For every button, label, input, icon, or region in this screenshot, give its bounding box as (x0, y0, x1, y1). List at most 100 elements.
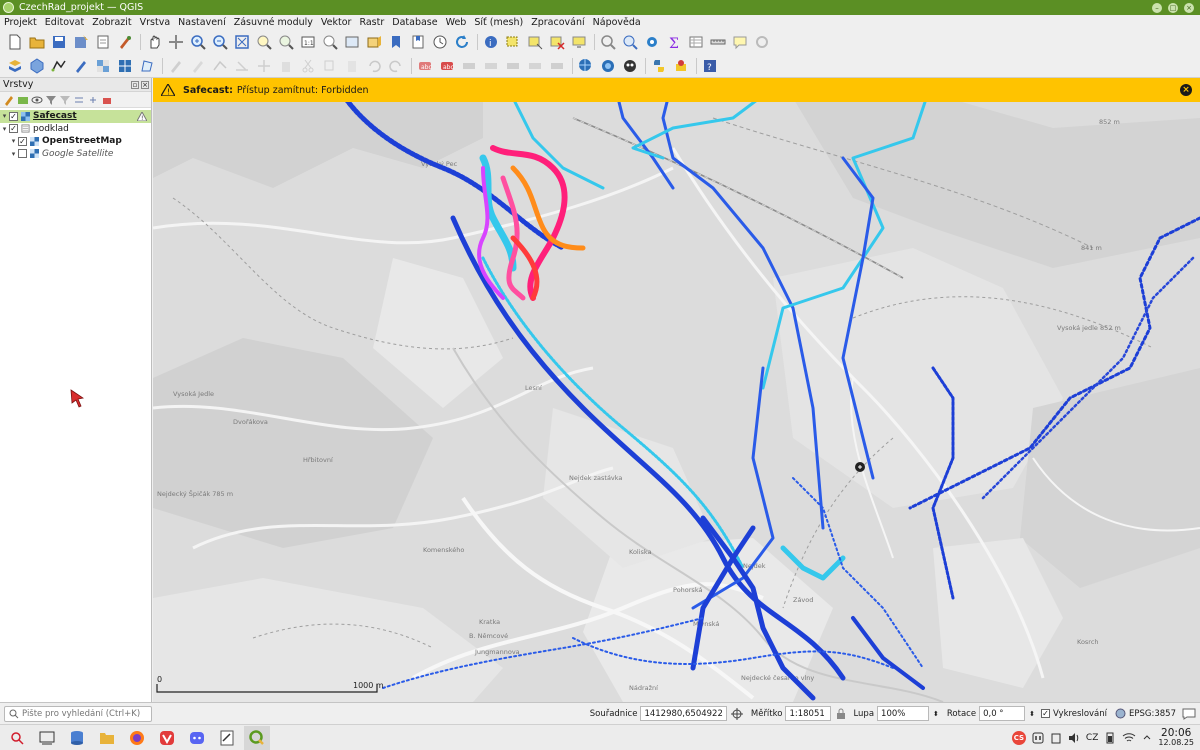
undo-icon[interactable] (365, 57, 383, 75)
menu-napoveda[interactable]: Nápověda (593, 17, 641, 28)
rotate-label-icon[interactable] (526, 57, 544, 75)
close-panel-button[interactable]: × (141, 80, 149, 89)
lock-scale-icon[interactable] (835, 708, 847, 720)
tray-keyboard-layout[interactable]: CZ (1086, 733, 1098, 743)
save-as-icon[interactable] (72, 33, 90, 51)
paste-features-icon[interactable] (343, 57, 361, 75)
menu-vrstva[interactable]: Vrstva (140, 17, 171, 28)
tray-media-icon[interactable] (1032, 732, 1044, 744)
close-window-button[interactable]: × (1184, 2, 1194, 13)
print-layout-icon[interactable] (94, 33, 112, 51)
zoom-out-icon[interactable] (211, 33, 229, 51)
metasearch-icon[interactable] (621, 57, 639, 75)
add-wms-icon[interactable] (116, 57, 134, 75)
search-input[interactable] (22, 708, 142, 719)
manage-visibility-icon[interactable] (31, 94, 43, 106)
discord-icon[interactable] (184, 726, 210, 750)
expand-arrow-icon[interactable]: ▾ (9, 150, 18, 158)
globe-search-icon[interactable] (577, 57, 595, 75)
layer-item-openstreetmap[interactable]: ▾ ✓ OpenStreetMap (0, 135, 151, 148)
new-project-icon[interactable] (6, 33, 24, 51)
menu-vektor[interactable]: Vektor (321, 17, 352, 28)
menu-projekt[interactable]: Projekt (4, 17, 37, 28)
map-tips-icon[interactable] (731, 33, 749, 51)
expand-arrow-icon[interactable]: ▾ (0, 112, 9, 120)
maximize-button[interactable]: □ (1168, 2, 1178, 13)
zoom-native-icon[interactable]: 1:1 (299, 33, 317, 51)
open-project-icon[interactable] (28, 33, 46, 51)
new-geopackage-icon[interactable] (28, 57, 46, 75)
expand-arrow-icon[interactable]: ▾ (0, 125, 9, 133)
tray-expand-icon[interactable] (1142, 733, 1152, 743)
temporal-controller-icon[interactable] (431, 33, 449, 51)
move-feature-icon[interactable] (255, 57, 273, 75)
text-editor-icon[interactable] (214, 726, 240, 750)
identify-features-icon[interactable]: i (482, 33, 500, 51)
refresh-icon[interactable] (453, 33, 471, 51)
minimize-button[interactable]: – (1152, 2, 1162, 13)
delete-selected-icon[interactable] (277, 57, 295, 75)
menu-database[interactable]: Database (392, 17, 437, 28)
layer-item-safecast[interactable]: ▾ ✓ Safecast ! (0, 110, 151, 123)
collapse-all-icon[interactable] (87, 94, 99, 106)
menu-zasuvne-moduly[interactable]: Zásuvné moduly (234, 17, 313, 28)
text-annotation-icon[interactable] (753, 33, 771, 51)
menu-zpracovani[interactable]: Zpracování (531, 17, 584, 28)
save-project-icon[interactable] (50, 33, 68, 51)
menu-zobrazit[interactable]: Zobrazit (92, 17, 131, 28)
coordinates-field[interactable]: 1412980,6504922 (640, 706, 727, 721)
rotation-spin-icon[interactable]: ⬍ (1029, 710, 1035, 718)
show-bookmarks-icon[interactable] (409, 33, 427, 51)
select-by-value-icon[interactable] (526, 33, 544, 51)
layer-visibility-checkbox[interactable]: ✓ (18, 136, 27, 146)
python-console-icon[interactable] (650, 57, 668, 75)
select-location-icon[interactable] (570, 33, 588, 51)
toggle-extents-icon[interactable] (730, 707, 743, 720)
save-edits-icon[interactable] (189, 57, 207, 75)
statistical-summary-icon[interactable]: Σ (665, 33, 683, 51)
render-checkbox[interactable]: ✓ (1040, 709, 1050, 718)
digitize-icon[interactable] (72, 57, 90, 75)
cut-features-icon[interactable] (299, 57, 317, 75)
menu-rastr[interactable]: Rastr (359, 17, 384, 28)
qgis-taskbar-icon[interactable] (244, 725, 270, 750)
tray-wifi-icon[interactable] (1122, 732, 1136, 744)
show-desktop-icon[interactable] (34, 726, 60, 750)
database-app-icon[interactable] (64, 726, 90, 750)
tray-volume-icon[interactable] (1068, 732, 1080, 744)
zoom-full-icon[interactable] (233, 33, 251, 51)
menu-web[interactable]: Web (446, 17, 467, 28)
magnifier-spin-icon[interactable]: ⬍ (933, 710, 939, 718)
menu-editovat[interactable]: Editovat (45, 17, 84, 28)
redo-icon[interactable] (387, 57, 405, 75)
new-map-view-icon[interactable] (343, 33, 361, 51)
undock-panel-button[interactable]: ▫ (131, 80, 139, 89)
highlight-labels-icon[interactable] (482, 57, 500, 75)
new-3d-view-icon[interactable] (365, 33, 383, 51)
data-source-manager-icon[interactable] (6, 57, 24, 75)
help-icon[interactable]: ? (701, 57, 719, 75)
map-canvas[interactable]: Vysoký Pec Vysoká Jedle Nejdek Nejdecký … (153, 78, 1200, 702)
warning-icon[interactable]: ! (137, 111, 147, 121)
layer-visibility-checkbox[interactable]: ✓ (9, 111, 18, 121)
settings-gear-icon[interactable] (643, 33, 661, 51)
app-search-icon[interactable] (4, 726, 30, 750)
select-features-icon[interactable] (504, 33, 522, 51)
bookmark-icon[interactable] (387, 33, 405, 51)
layer-group-podklad[interactable]: ▾ ✓ podklad (0, 123, 151, 136)
pan-hand-icon[interactable] (145, 33, 163, 51)
style-layer-icon[interactable] (3, 94, 15, 106)
zoom-last-icon[interactable] (321, 33, 339, 51)
layer-visibility-checkbox[interactable] (18, 149, 27, 159)
measure-line-icon[interactable] (709, 33, 727, 51)
locator-search[interactable] (4, 705, 152, 722)
map-svg[interactable]: Vysoký Pec Vysoká Jedle Nejdek Nejdecký … (153, 78, 1200, 702)
processing-toolbox-icon[interactable] (599, 33, 617, 51)
menu-sit-mesh[interactable]: Síť (mesh) (474, 17, 523, 28)
add-mesh-icon[interactable] (138, 57, 156, 75)
label-tool-icon[interactable]: abc (438, 57, 456, 75)
move-label-icon[interactable] (504, 57, 522, 75)
layer-item-google-satellite[interactable]: ▾ Google Satellite (0, 148, 151, 161)
add-group-icon[interactable] (17, 94, 29, 106)
expand-arrow-icon[interactable]: ▾ (9, 137, 18, 145)
